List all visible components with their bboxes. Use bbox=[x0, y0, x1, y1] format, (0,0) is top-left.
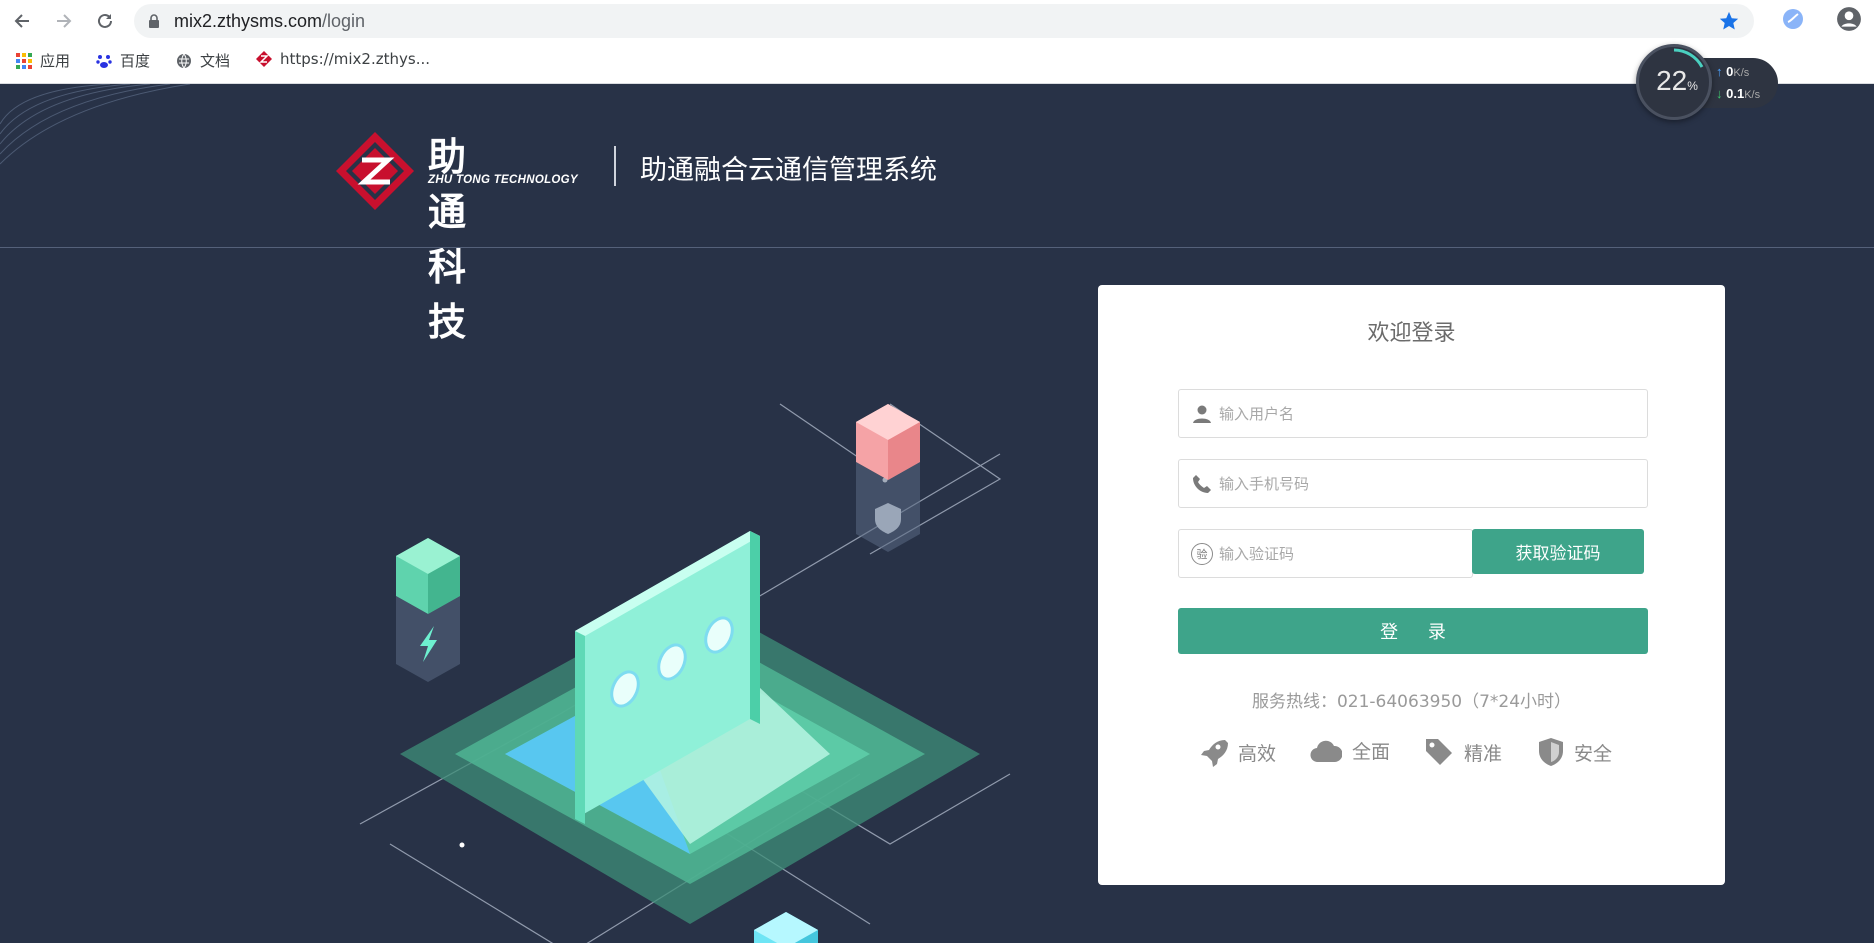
login-button[interactable]: 登 录 bbox=[1178, 608, 1648, 654]
extension-button[interactable] bbox=[1780, 6, 1806, 32]
feature-secure: 安全 bbox=[1538, 737, 1612, 767]
phone-icon bbox=[1191, 473, 1213, 495]
zhutong-logo-icon bbox=[256, 51, 272, 67]
bookmark-star-icon[interactable] bbox=[1718, 10, 1740, 32]
url-text: mix2.zthysms.com/login bbox=[174, 11, 366, 31]
rocket-icon bbox=[1201, 740, 1228, 767]
bookmark-docs[interactable]: 文档 bbox=[176, 50, 230, 71]
username-input[interactable] bbox=[1219, 390, 1639, 437]
extension-icon bbox=[1783, 9, 1803, 29]
cloud-icon bbox=[1310, 740, 1342, 762]
network-speed-widget[interactable]: ↑ 0K/s ↓ 0.1K/s 22% bbox=[1636, 44, 1786, 124]
bookmark-apps[interactable]: 应用 bbox=[16, 50, 70, 71]
baidu-paw-icon bbox=[96, 54, 112, 68]
feature-efficient: 高效 bbox=[1198, 737, 1276, 767]
feature-list: 高效 全面 精准 安全 bbox=[1198, 737, 1638, 773]
shield-icon bbox=[1539, 738, 1563, 766]
phone-input[interactable] bbox=[1219, 460, 1639, 507]
get-code-button[interactable]: 获取验证码 bbox=[1472, 529, 1644, 574]
tag-icon bbox=[1426, 739, 1452, 765]
feature-precise: 精准 bbox=[1424, 737, 1502, 767]
hero-illustration bbox=[359, 403, 1011, 943]
usage-percent: 22% bbox=[1656, 65, 1698, 96]
bookmarks-bar: 应用 百度 文档 https://mix2.zthys... bbox=[0, 46, 1874, 76]
arrow-right-icon bbox=[57, 14, 72, 28]
bookmark-zhutong[interactable]: https://mix2.zthys... bbox=[256, 50, 430, 68]
apps-grid-icon bbox=[16, 52, 32, 69]
profile-button[interactable] bbox=[1836, 6, 1862, 32]
reload-button[interactable] bbox=[92, 8, 118, 34]
zhutong-logo-icon bbox=[336, 132, 414, 210]
lock-icon bbox=[149, 14, 159, 28]
code-field: 验 bbox=[1178, 529, 1473, 578]
back-button[interactable] bbox=[10, 8, 36, 34]
browser-chrome: mix2.zthysms.com/login 应用 百度 文档 https://… bbox=[0, 0, 1874, 84]
login-page: 助通科技 ZHU TONG TECHNOLOGY 助通融合云通信管理系统 欢迎登… bbox=[0, 84, 1874, 943]
reload-icon bbox=[98, 13, 112, 28]
verify-code-icon: 验 bbox=[1191, 543, 1213, 565]
service-hotline: 服务热线：021-64063950（7*24小时） bbox=[1251, 692, 1572, 712]
login-card: 欢迎登录 验 获取验证码 登 录 服务热线：021-64063950（7*24小… bbox=[1098, 285, 1725, 885]
bookmark-baidu[interactable]: 百度 bbox=[96, 50, 150, 71]
user-icon bbox=[1191, 403, 1213, 425]
globe-icon bbox=[177, 53, 191, 68]
brand-divider bbox=[614, 146, 616, 186]
system-title: 助通融合云通信管理系统 bbox=[640, 155, 937, 186]
welcome-title: 欢迎登录 bbox=[1367, 321, 1456, 346]
address-bar[interactable]: mix2.zthysms.com/login bbox=[134, 4, 1754, 38]
upload-rate: ↑ 0K/s bbox=[1716, 64, 1750, 79]
brand-name-en: ZHU TONG TECHNOLOGY bbox=[428, 174, 578, 186]
forward-button[interactable] bbox=[50, 8, 76, 34]
memory-usage-circle: 22% bbox=[1636, 44, 1712, 120]
code-input[interactable] bbox=[1219, 530, 1464, 577]
username-field bbox=[1178, 389, 1648, 438]
decorative-lines bbox=[0, 84, 191, 165]
arrow-left-icon bbox=[14, 14, 29, 28]
header-divider bbox=[0, 247, 1874, 248]
feature-comprehensive: 全面 bbox=[1310, 737, 1390, 764]
download-rate: ↓ 0.1K/s bbox=[1716, 86, 1761, 101]
account-icon bbox=[1837, 7, 1861, 31]
phone-field bbox=[1178, 459, 1648, 508]
